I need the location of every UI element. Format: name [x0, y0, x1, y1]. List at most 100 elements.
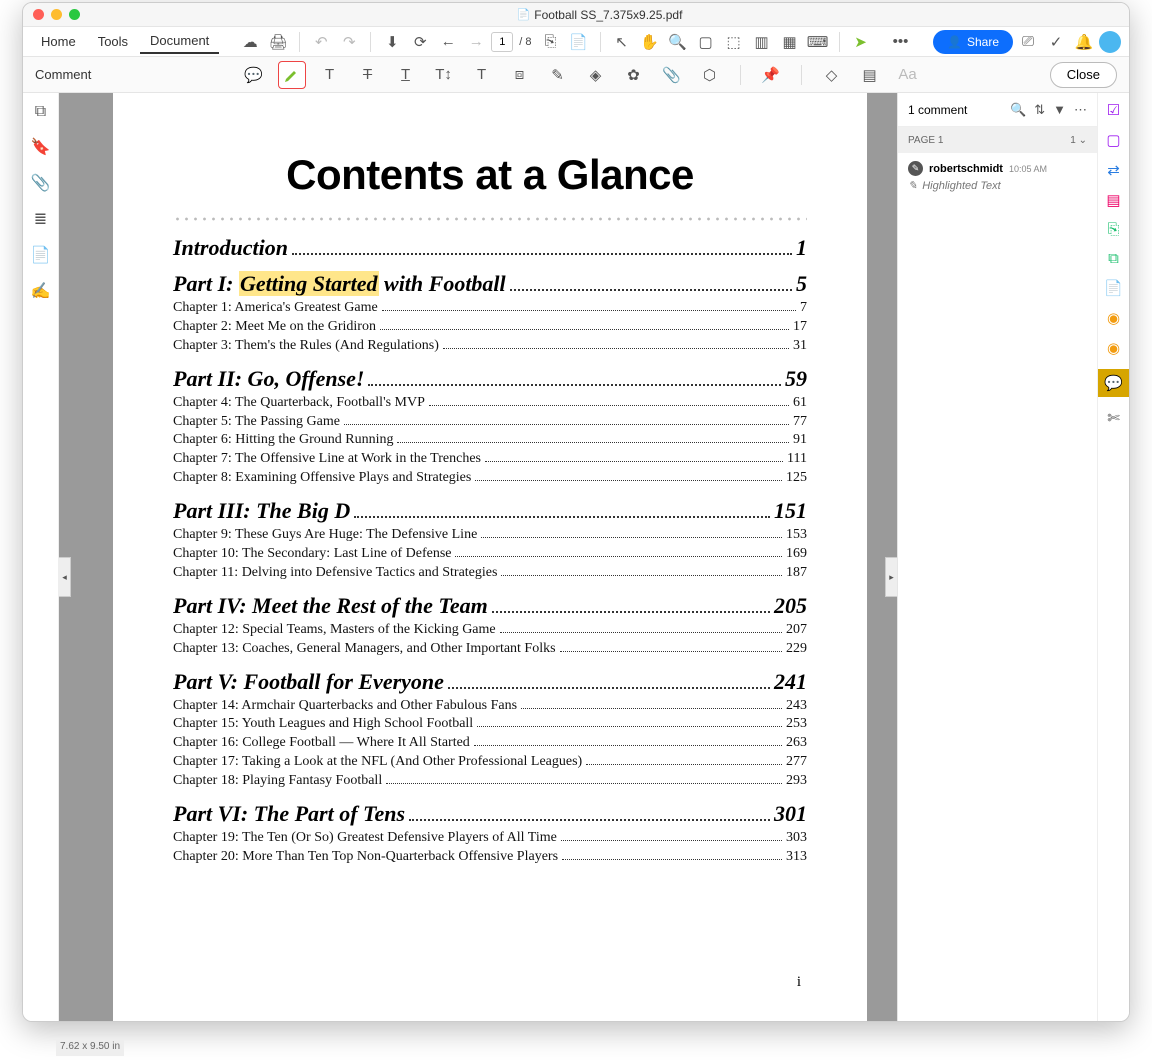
filter-icon[interactable]: ▼ [1053, 102, 1066, 117]
layers-icon[interactable]: ≣ [34, 209, 47, 229]
crop-icon[interactable]: ⧉ [1108, 250, 1119, 267]
attach-icon[interactable]: 📎 [658, 61, 686, 89]
fit-icon[interactable]: ▢ [693, 29, 719, 55]
toc-row: Chapter 2: Meet Me on the Gridiron17 [173, 318, 807, 337]
comments-panel: 1 comment 🔍 ⇅ ▼ ⋯ PAGE 1 1 ⌄ ✎ robertsch… [897, 93, 1097, 1021]
more-icon[interactable]: ••• [888, 29, 914, 55]
edit-icon[interactable]: ▤ [1106, 191, 1120, 209]
export-icon[interactable]: ⇄ [1107, 161, 1120, 179]
undo-icon[interactable]: ↶ [308, 29, 334, 55]
pan-icon[interactable]: ✋ [637, 29, 663, 55]
redo-icon[interactable]: ↷ [336, 29, 362, 55]
toc-row: Introduction1 [173, 235, 807, 261]
cursor-icon[interactable]: ➤ [848, 29, 874, 55]
toc-row: Chapter 4: The Quarterback, Football's M… [173, 394, 807, 413]
user-avatar[interactable] [1099, 31, 1121, 53]
prev-page-icon[interactable]: ← [435, 29, 461, 55]
optimize-icon[interactable]: ◉ [1107, 339, 1120, 357]
minimize-window[interactable] [51, 9, 62, 20]
toc-row: Chapter 3: Them's the Rules (And Regulat… [173, 337, 807, 356]
text-callout-icon[interactable]: ⧈ [506, 61, 534, 89]
sticky-note-icon[interactable]: 💬 [240, 61, 268, 89]
protect-icon[interactable]: 📄 [1104, 279, 1123, 297]
maximize-window[interactable] [69, 9, 80, 20]
window-title: Football SS_7.375x9.25.pdf [534, 8, 682, 22]
download-icon[interactable]: ⬇ [379, 29, 405, 55]
bell-icon[interactable]: 🔔 [1071, 29, 1097, 55]
redact-icon[interactable]: ◉ [1107, 309, 1120, 327]
print-icon[interactable]: 🖨 [265, 29, 291, 55]
pin-icon[interactable]: 📌 [757, 61, 785, 89]
fit-width-icon[interactable]: ⬚ [721, 29, 747, 55]
comment-panel-icon[interactable]: 💬 [1098, 369, 1130, 397]
collapse-left[interactable]: ◂ [59, 557, 71, 597]
divider [173, 217, 807, 221]
outline-icon[interactable]: 📄 [31, 245, 51, 265]
text-icon[interactable]: T [316, 61, 344, 89]
shapes-icon[interactable]: ⬡ [696, 61, 724, 89]
keyboard-icon[interactable]: ⌨ [805, 29, 831, 55]
share-icon: 👤 [947, 35, 962, 49]
toc-row: Chapter 13: Coaches, General Managers, a… [173, 640, 807, 659]
attachment-icon[interactable]: 📎 [31, 173, 51, 193]
text-replace-icon[interactable]: T↕ [430, 61, 458, 89]
page-input[interactable] [491, 32, 513, 52]
toc-row: Chapter 19: The Ten (Or So) Greatest Def… [173, 829, 807, 848]
comment-time: 10:05 AM [1009, 164, 1047, 174]
highlight-icon[interactable] [278, 61, 306, 89]
pencil-icon[interactable]: ✎ [544, 61, 572, 89]
check-icon[interactable]: ☑ [1107, 101, 1120, 119]
page-number: i [797, 974, 801, 991]
organize-icon[interactable]: ⎘ [1107, 221, 1119, 238]
more2-icon[interactable]: ⋯ [1074, 102, 1087, 118]
select-icon[interactable]: ↖ [609, 29, 635, 55]
toc-row: Chapter 10: The Secondary: Last Line of … [173, 545, 807, 564]
new-page-icon[interactable]: 📄 [566, 29, 592, 55]
next-page-icon[interactable]: → [463, 29, 489, 55]
text-box-icon[interactable]: T̲ [392, 61, 420, 89]
opacity-icon[interactable]: ▤ [856, 61, 884, 89]
highlighted-text[interactable]: Getting Started [239, 271, 379, 296]
toc-row: Chapter 5: The Passing Game77 [173, 413, 807, 432]
comment-label: Comment [35, 67, 111, 82]
bookmark2-icon[interactable]: 🔖 [31, 137, 51, 157]
strikethrough-icon[interactable]: T [354, 61, 382, 89]
toc-row: Chapter 15: Youth Leagues and High Schoo… [173, 715, 807, 734]
menu-home[interactable]: Home [31, 30, 86, 53]
zoom-icon[interactable]: 🔍 [665, 29, 691, 55]
comments-count: 1 comment [908, 103, 1002, 117]
toc-row: Chapter 14: Armchair Quarterbacks and Ot… [173, 697, 807, 716]
cloud-upload-icon[interactable]: ☁ [237, 29, 263, 55]
thumbnails-icon[interactable]: ⧉ [35, 103, 46, 121]
layout-icon[interactable]: ▥ [749, 29, 775, 55]
sort-icon[interactable]: ⇅ [1034, 102, 1045, 118]
more-tools-icon[interactable]: ✄ [1107, 409, 1120, 427]
stamp-icon[interactable]: ✓ [1043, 29, 1069, 55]
screen-share-icon[interactable]: ⎚ [1015, 29, 1041, 55]
close-comment-button[interactable]: Close [1050, 62, 1117, 88]
signatures-icon[interactable]: ✍ [31, 281, 51, 301]
toc-row: Chapter 16: College Football — Where It … [173, 734, 807, 753]
toc-row: Chapter 8: Examining Offensive Plays and… [173, 469, 807, 488]
refresh-icon[interactable]: ⟳ [407, 29, 433, 55]
stamp2-icon[interactable]: ✿ [620, 61, 648, 89]
align-icon[interactable]: ◇ [818, 61, 846, 89]
menu-tools[interactable]: Tools [88, 30, 138, 53]
toc-row: Chapter 17: Taking a Look at the NFL (An… [173, 753, 807, 772]
share-button[interactable]: 👤 Share [933, 30, 1013, 54]
pdf-page[interactable]: Contents at a Glance Introduction1Part I… [113, 93, 867, 1021]
page2-icon[interactable]: ▢ [1106, 131, 1120, 149]
comment-entry[interactable]: ✎ robertschmidt 10:05 AM ✎ Highlighted T… [898, 153, 1097, 200]
font-icon[interactable]: Aa [894, 61, 922, 89]
search-icon[interactable]: 🔍 [1010, 102, 1026, 118]
left-rail: ⧉ 🔖 📎 ≣ 📄 ✍ [23, 93, 59, 1021]
eraser-icon[interactable]: ◈ [582, 61, 610, 89]
comments-page-header[interactable]: PAGE 1 1 ⌄ [898, 127, 1097, 153]
menu-document[interactable]: Document [140, 29, 219, 54]
layout2-icon[interactable]: ▦ [777, 29, 803, 55]
toc-row: Part VI: The Part of Tens301 [173, 801, 807, 827]
text-insert-icon[interactable]: T [468, 61, 496, 89]
bookmark-icon[interactable]: ⎘ [538, 29, 564, 55]
close-window[interactable] [33, 9, 44, 20]
collapse-right[interactable]: ▸ [885, 557, 897, 597]
